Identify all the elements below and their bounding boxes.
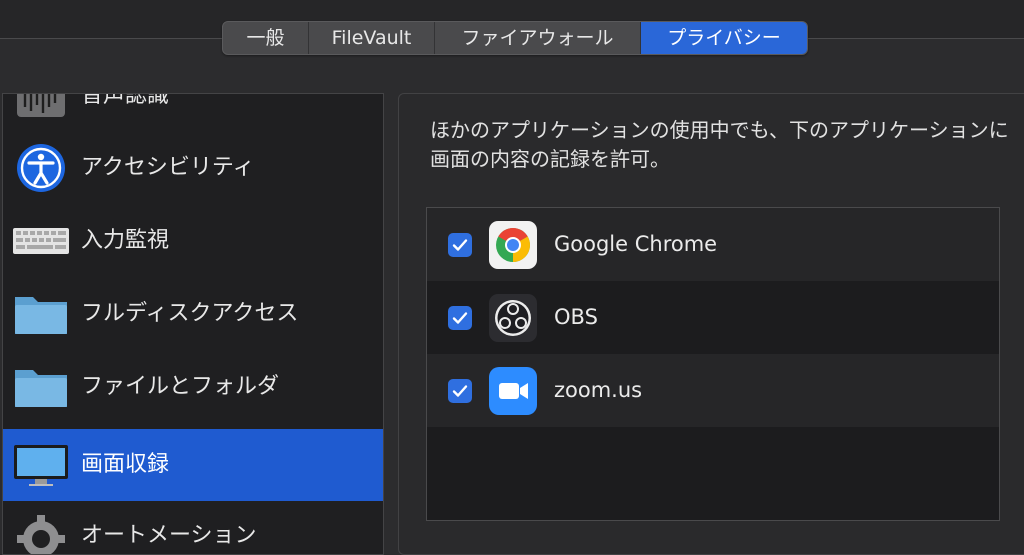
folder-icon <box>15 297 67 334</box>
display-icon <box>14 445 68 486</box>
speech-recognition-icon <box>17 94 65 117</box>
tab-filevault[interactable]: FileVault <box>309 22 435 54</box>
gear-icon <box>17 515 65 554</box>
app-name: zoom.us <box>554 378 643 402</box>
tab-privacy[interactable]: プライバシー <box>641 22 807 54</box>
checkmark-icon <box>452 385 468 397</box>
list-item-zoom[interactable]: zoom.us <box>427 354 999 427</box>
checkmark-icon <box>452 312 468 324</box>
folder-icon <box>15 370 67 407</box>
sidebar-item-label: アクセシビリティ <box>81 155 255 180</box>
zoom-icon <box>489 367 537 415</box>
permission-description: ほかのアプリケーションの使用中でも、下のアプリケーションに画面の内容の記録を許可… <box>430 118 1009 171</box>
sidebar-item-accessibility[interactable]: アクセシビリティ <box>3 132 383 204</box>
tab-firewall[interactable]: ファイアウォール <box>435 22 641 54</box>
empty-list-row <box>427 427 999 500</box>
sidebar-item-input-monitoring[interactable]: 入力監視 <box>3 205 383 277</box>
accessibility-icon <box>17 144 65 192</box>
obs-icon <box>489 294 537 342</box>
app-name: Google Chrome <box>554 232 718 256</box>
sidebar-item-files-and-folders[interactable]: ファイルとフォルダ <box>3 351 383 423</box>
sidebar-item-label: ファイルとフォルダ <box>81 374 280 399</box>
chrome-icon <box>489 221 537 269</box>
app-name: OBS <box>554 305 598 329</box>
tab-general[interactable]: 一般 <box>223 22 309 54</box>
segmented-tab-bar: 一般 FileVault ファイアウォール プライバシー <box>222 21 808 55</box>
sidebar-item-screen-recording[interactable]: 画面収録 <box>3 429 383 501</box>
app-permission-list[interactable]: Google Chrome OBS zoom.us <box>426 207 1000 521</box>
checkmark-icon <box>452 239 468 251</box>
app-checkbox[interactable] <box>448 306 472 330</box>
sidebar-item-label: 画面収録 <box>81 452 170 477</box>
sidebar-item-automation[interactable]: オートメーション <box>3 500 383 554</box>
sidebar-item-label: フルディスクアクセス <box>81 301 299 326</box>
keyboard-icon <box>13 228 69 254</box>
privacy-category-list[interactable]: 音声認識 アクセシビリティ 入力監視 フルディスクアクセス ファイルとフォルダ … <box>2 93 384 555</box>
sidebar-item-label: オートメーション <box>81 523 257 548</box>
app-checkbox[interactable] <box>448 379 472 403</box>
app-checkbox[interactable] <box>448 233 472 257</box>
sidebar-item-label: 音声認識 <box>81 93 170 108</box>
list-item-obs[interactable]: OBS <box>427 281 999 354</box>
sidebar-item-speech-recognition[interactable]: 音声認識 <box>3 93 383 132</box>
list-item-google-chrome[interactable]: Google Chrome <box>427 208 999 281</box>
sidebar-item-full-disk-access[interactable]: フルディスクアクセス <box>3 278 383 350</box>
sidebar-item-label: 入力監視 <box>81 228 170 253</box>
